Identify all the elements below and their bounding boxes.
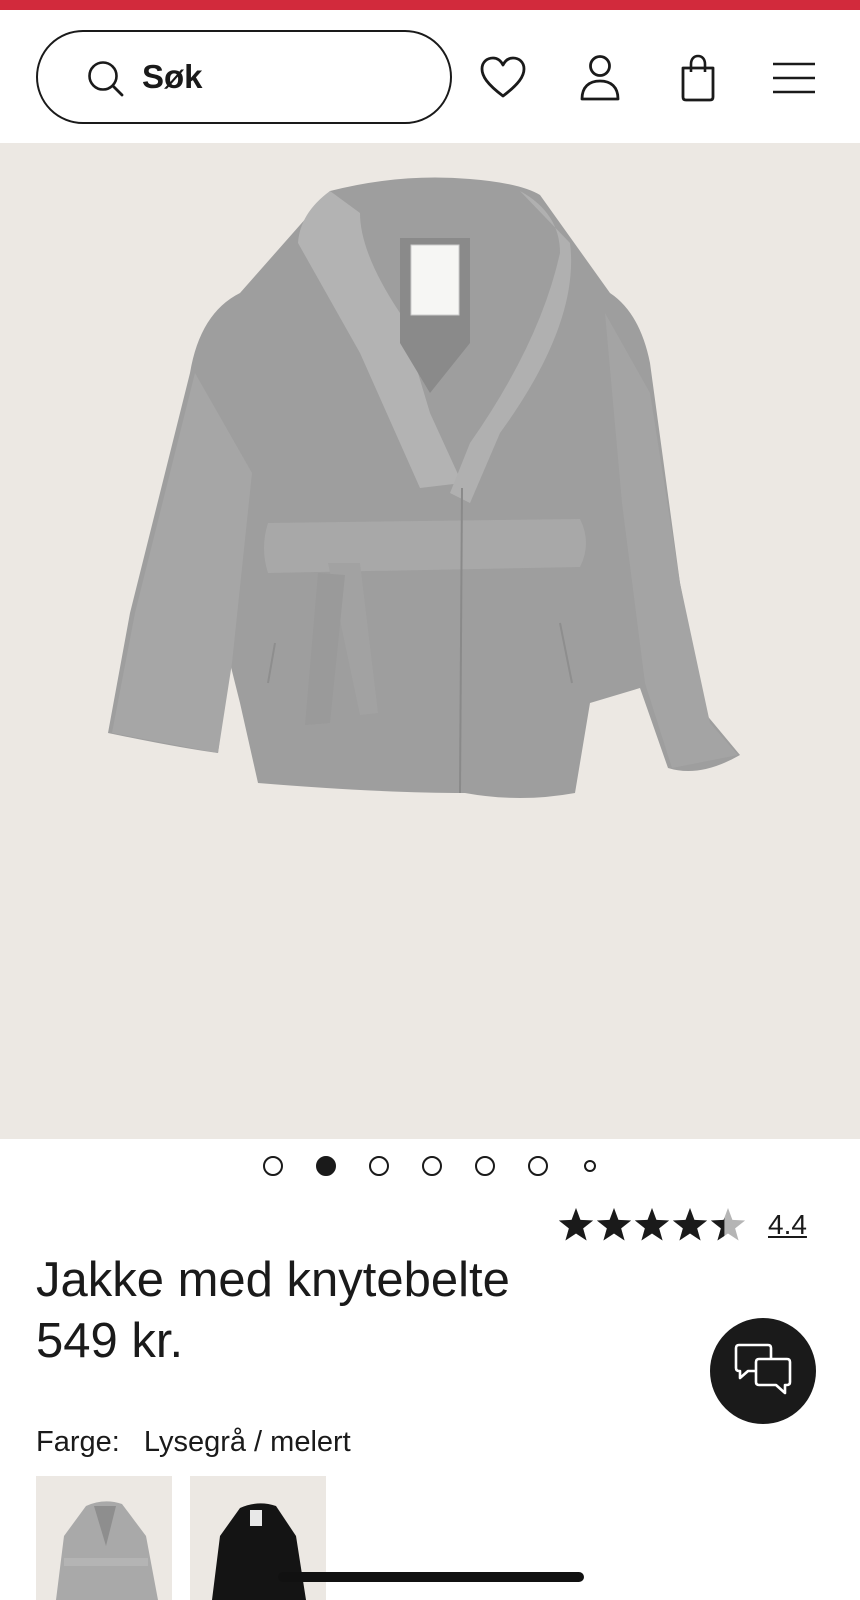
- search-box[interactable]: [36, 30, 452, 124]
- carousel-dot[interactable]: [369, 1156, 389, 1176]
- user-icon: [580, 55, 620, 101]
- carousel-dot[interactable]: [422, 1156, 442, 1176]
- rating-star-filled: [596, 1208, 632, 1241]
- top-accent-bar: [0, 0, 860, 10]
- chat-bubbles-icon: [734, 1343, 792, 1395]
- product-rating[interactable]: 4.4: [558, 1200, 807, 1250]
- cart-button[interactable]: [670, 50, 726, 106]
- rating-star-filled: [558, 1208, 594, 1241]
- rating-value[interactable]: 4.4: [768, 1209, 807, 1241]
- menu-button[interactable]: [766, 50, 822, 106]
- color-swatch-grey[interactable]: [36, 1476, 172, 1600]
- color-selection: Farge: Lysegrå / melert: [36, 1426, 351, 1459]
- carousel-dot[interactable]: [528, 1156, 548, 1176]
- search-icon: [88, 61, 124, 97]
- bag-icon: [681, 54, 715, 102]
- rating-star-filled: [634, 1208, 670, 1241]
- product-title: Jakke med knytebelte: [36, 1253, 510, 1307]
- carousel-dots: [0, 1156, 860, 1180]
- rating-star-filled: [672, 1208, 708, 1241]
- color-label: Farge:: [36, 1426, 120, 1458]
- selected-color: Lysegrå / melert: [143, 1426, 351, 1458]
- home-indicator[interactable]: [278, 1572, 584, 1582]
- carousel-dot[interactable]: [263, 1156, 283, 1176]
- search-input[interactable]: [142, 54, 422, 100]
- heart-icon: [480, 56, 526, 98]
- account-button[interactable]: [572, 50, 628, 106]
- coat-photo: [108, 177, 740, 798]
- carousel-dot[interactable]: [584, 1160, 596, 1172]
- product-image[interactable]: [0, 143, 860, 1139]
- site-header: [0, 10, 860, 143]
- chat-button[interactable]: [710, 1318, 816, 1424]
- swatch-grey-image: [56, 1501, 158, 1600]
- rating-stars: [558, 1208, 746, 1241]
- wishlist-button[interactable]: [475, 50, 531, 106]
- product-price: 549 kr.: [36, 1314, 184, 1368]
- menu-icon: [773, 62, 815, 94]
- carousel-dot[interactable]: [475, 1156, 495, 1176]
- carousel-dot-active[interactable]: [316, 1156, 336, 1176]
